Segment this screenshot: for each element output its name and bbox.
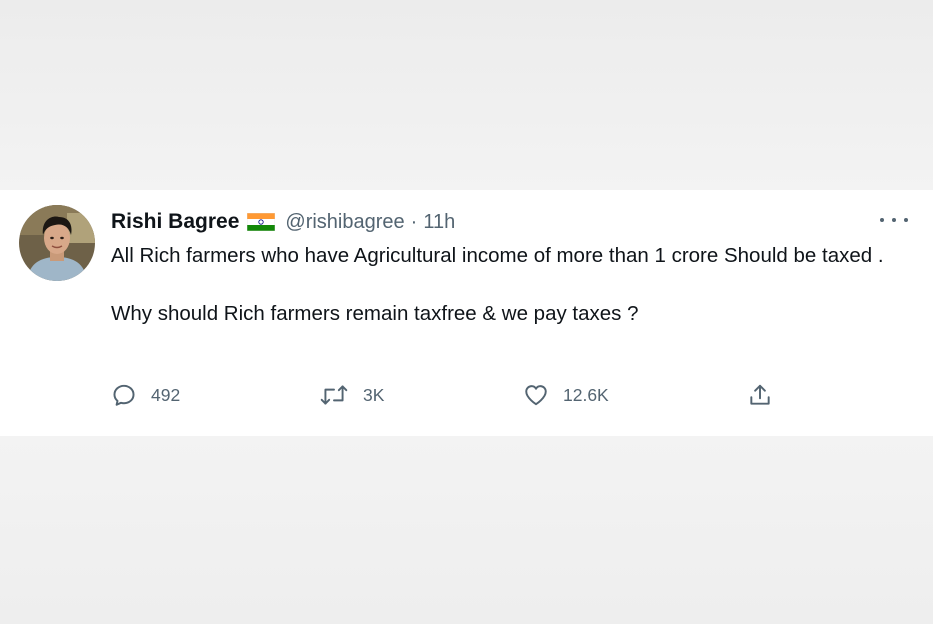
tweet-timestamp[interactable]: 11h (423, 211, 455, 234)
tweet-paragraph: All Rich farmers who have Agricultural i… (111, 244, 884, 267)
tweet-body: All Rich farmers who have Agricultural i… (111, 241, 911, 328)
tweet-paragraph: Why should Rich farmers remain taxfree &… (111, 302, 639, 325)
tweet-header: Rishi Bagree @rishibagree · 11h (111, 208, 455, 236)
tweet-card[interactable]: Rishi Bagree @rishibagree · 11h All Rich… (0, 190, 933, 436)
like-button[interactable]: 12.6K (523, 379, 609, 411)
author-name[interactable]: Rishi Bagree (111, 210, 239, 234)
more-dot-icon (892, 218, 896, 222)
heart-icon (523, 382, 549, 408)
reply-button[interactable]: 492 (111, 379, 180, 411)
author-handle[interactable]: @rishibagree (285, 211, 404, 234)
like-count: 12.6K (563, 384, 609, 405)
india-flag-icon (247, 212, 276, 232)
background-top (0, 0, 933, 190)
reply-icon (111, 382, 137, 408)
retweet-button[interactable]: 3K (319, 379, 384, 411)
more-options-button[interactable] (880, 210, 908, 230)
avatar[interactable] (19, 205, 95, 281)
more-dot-icon (880, 218, 884, 222)
reply-count: 492 (151, 384, 181, 405)
share-icon (747, 382, 773, 408)
background-bottom (0, 436, 933, 624)
separator-dot: · (410, 210, 418, 233)
retweet-icon (319, 382, 349, 408)
more-dot-icon (904, 218, 908, 222)
retweet-count: 3K (363, 384, 385, 405)
share-button[interactable] (747, 379, 773, 411)
avatar-image (19, 205, 95, 281)
tweet-actions: 492 3K 12.6K (111, 379, 791, 411)
page: Rishi Bagree @rishibagree · 11h All Rich… (0, 0, 933, 624)
